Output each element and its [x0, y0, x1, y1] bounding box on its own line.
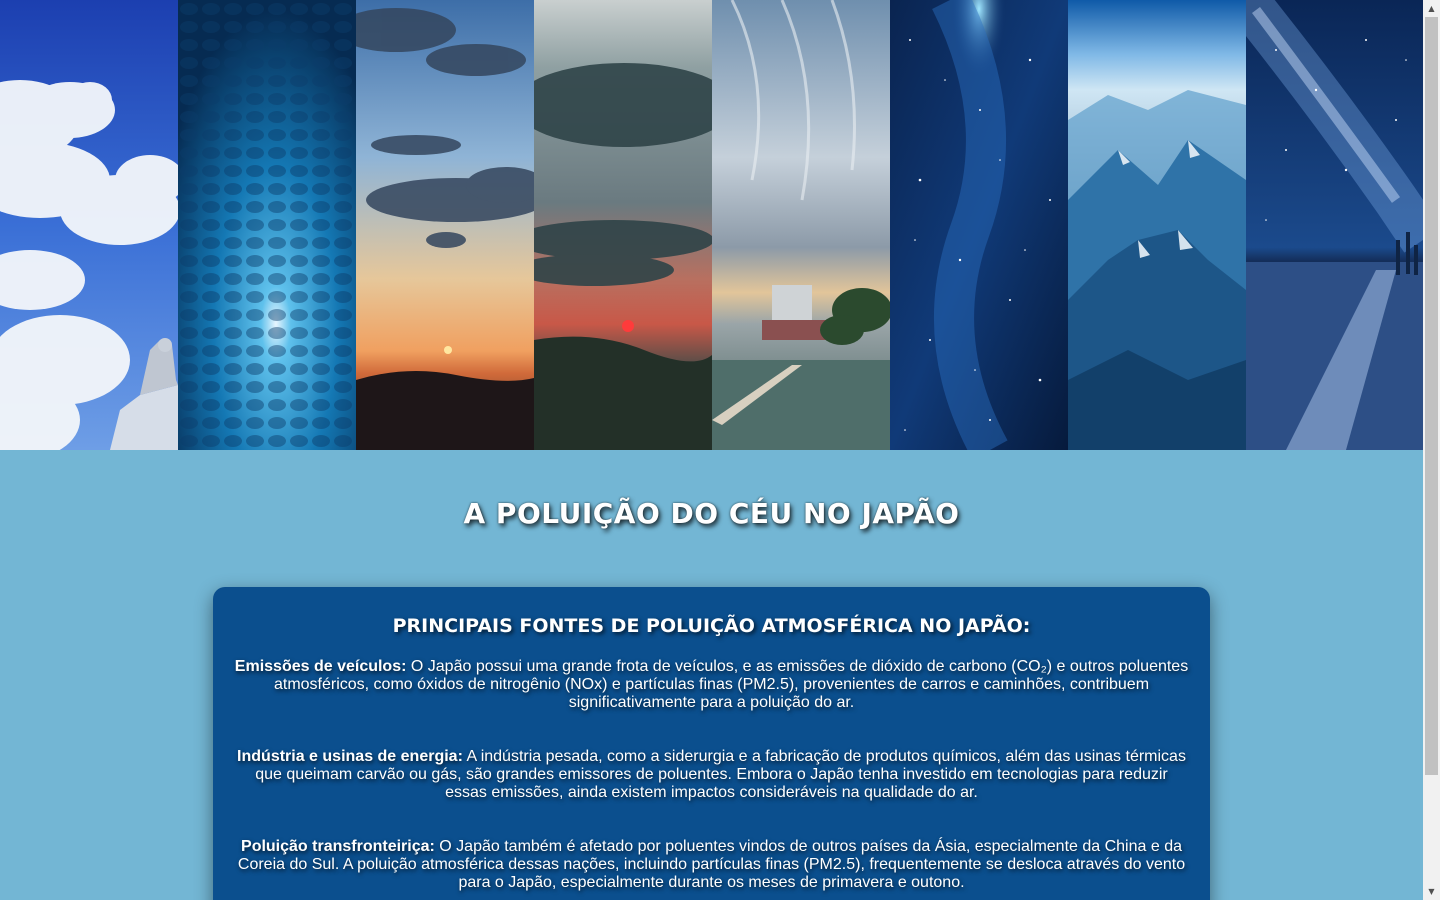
- sky-clouds-image: [0, 0, 178, 450]
- hero-image-strip: [0, 0, 1423, 450]
- source-label: Emissões de veículos:: [234, 658, 407, 675]
- mountains-image: [1068, 0, 1246, 450]
- hero-panel-smog-sunset: [534, 0, 712, 450]
- card-title: Principais fontes de poluição atmosféric…: [392, 615, 1031, 637]
- source-label: Poluição transfronteiriça:: [241, 838, 435, 855]
- source-text: O Japão possui uma grande frota de veícu…: [273, 658, 1189, 711]
- scrollbar-thumb[interactable]: [1425, 17, 1438, 775]
- source-item-vehicles: Emissões de veículos: O Japão possui uma…: [233, 658, 1190, 712]
- scroll-down-arrow-icon[interactable]: ▼: [1423, 883, 1440, 900]
- page-viewport: A poluição do céu no Japão Principais fo…: [0, 0, 1423, 900]
- sunset-image: [356, 0, 534, 450]
- pollution-sources-card: Principais fontes de poluição atmosféric…: [213, 587, 1210, 900]
- hero-panel-cloudy-sky: [0, 0, 178, 450]
- source-item-industry: Indústria e usinas de energia: A indústr…: [233, 748, 1190, 802]
- hero-panel-sunset: [356, 0, 534, 450]
- starfield-image: [890, 0, 1068, 450]
- page-title: A poluição do céu no Japão: [463, 497, 960, 530]
- city-pool-image: [712, 0, 890, 450]
- hero-panel-starfield: [890, 0, 1068, 450]
- source-label: Indústria e usinas de energia:: [237, 748, 463, 765]
- hero-panel-altocumulus: [178, 0, 356, 450]
- hero-panel-mountains: [1068, 0, 1246, 450]
- smog-sunset-image: [534, 0, 712, 450]
- hero-panel-milky-way: [1246, 0, 1423, 450]
- scroll-up-arrow-icon[interactable]: ▲: [1423, 0, 1440, 17]
- source-item-transboundary: Poluição transfronteiriça: O Japão també…: [233, 838, 1190, 892]
- vertical-scrollbar[interactable]: ▲ ▼: [1423, 0, 1440, 900]
- hero-panel-city-pool: [712, 0, 890, 450]
- milky-way-image: [1246, 0, 1423, 450]
- sky-texture-image: [178, 0, 356, 450]
